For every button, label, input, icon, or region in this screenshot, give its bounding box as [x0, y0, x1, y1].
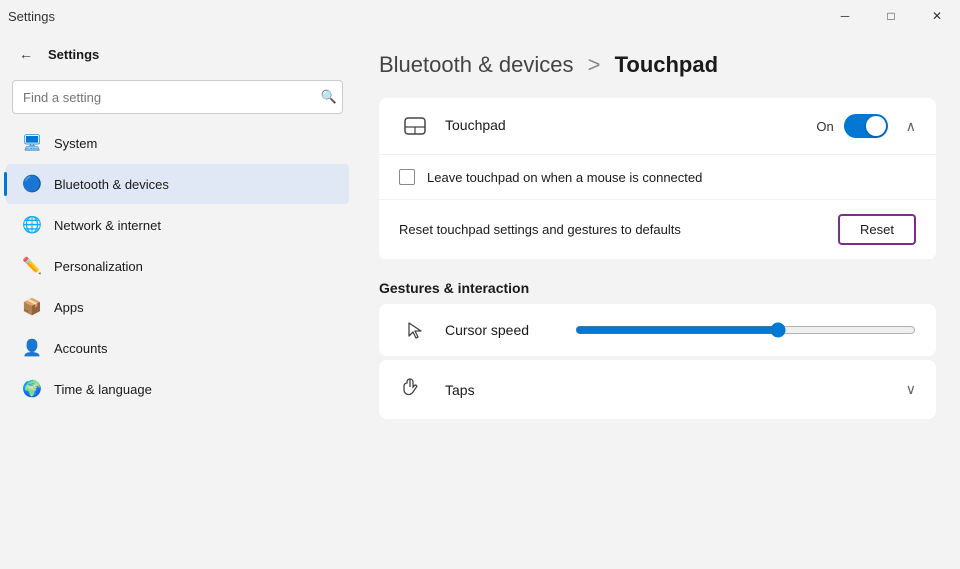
- leave-touchpad-checkbox[interactable]: [399, 169, 415, 185]
- titlebar-title: Settings: [8, 9, 55, 24]
- sidebar-item-label-accounts: Accounts: [54, 341, 107, 356]
- sidebar-item-label-bluetooth: Bluetooth & devices: [54, 177, 169, 192]
- bluetooth-icon: 🔵: [22, 174, 42, 194]
- reset-button[interactable]: Reset: [838, 214, 916, 245]
- sidebar-item-label-time: Time & language: [54, 382, 152, 397]
- nav-list: 🖥 System 🔵 Bluetooth & devices 🌐 Network…: [0, 122, 355, 569]
- cursor-speed-label: Cursor speed: [445, 322, 555, 338]
- search-input[interactable]: [12, 80, 343, 114]
- taps-label: Taps: [445, 382, 906, 398]
- search-icon: 🔍: [321, 89, 337, 104]
- close-button[interactable]: ✕: [914, 0, 960, 32]
- touchpad-chevron[interactable]: ∧: [906, 118, 916, 135]
- sidebar-nav-top: ← Settings: [0, 32, 355, 76]
- accounts-icon: 👤: [22, 338, 42, 358]
- breadcrumb-separator: >: [588, 52, 601, 77]
- leave-touchpad-row: Leave touchpad on when a mouse is connec…: [379, 155, 936, 200]
- breadcrumb-parent: Bluetooth & devices: [379, 52, 573, 77]
- touchpad-toggle[interactable]: [844, 114, 888, 138]
- touchpad-label: Touchpad: [445, 117, 506, 133]
- sidebar-item-label-system: System: [54, 136, 97, 151]
- sidebar-item-label-network: Network & internet: [54, 218, 161, 233]
- sidebar-item-personalization[interactable]: ✏️ Personalization: [6, 246, 349, 286]
- personalization-icon: ✏️: [22, 256, 42, 276]
- sidebar-item-label-personalization: Personalization: [54, 259, 143, 274]
- sidebar-item-label-apps: Apps: [54, 300, 84, 315]
- gestures-title: Gestures & interaction: [379, 264, 936, 304]
- cursor-speed-row: Cursor speed: [379, 304, 936, 356]
- cursor-speed-slider[interactable]: [575, 322, 916, 338]
- reset-row: Reset touchpad settings and gestures to …: [379, 200, 936, 260]
- content-area: Bluetooth & devices > Touchpad Touchpad: [355, 32, 960, 569]
- cursor-speed-slider-container: [575, 320, 916, 340]
- touchpad-row: Touchpad On ∧: [379, 98, 936, 155]
- app-title: Settings: [48, 47, 99, 62]
- breadcrumb-current: Touchpad: [615, 52, 718, 77]
- search-icon-button[interactable]: 🔍: [321, 89, 337, 105]
- back-button[interactable]: ←: [12, 40, 40, 68]
- touchpad-section: Touchpad On ∧ Leave touchpad on when a m…: [379, 98, 936, 260]
- system-icon: 🖥: [22, 133, 42, 153]
- touchpad-icon: [399, 117, 431, 135]
- reset-text: Reset touchpad settings and gestures to …: [399, 222, 826, 237]
- taps-chevron-icon[interactable]: ∨: [906, 381, 916, 398]
- search-box: 🔍: [12, 80, 343, 114]
- sidebar-item-time[interactable]: 🌍 Time & language: [6, 369, 349, 409]
- time-icon: 🌍: [22, 379, 42, 399]
- titlebar-left: Settings: [8, 9, 55, 24]
- touchpad-control: On ∧: [816, 114, 916, 138]
- sidebar: ← Settings 🔍 🖥 System 🔵 Bluetooth & devi…: [0, 32, 355, 569]
- network-icon: 🌐: [22, 215, 42, 235]
- cursor-speed-section: Cursor speed: [379, 304, 936, 356]
- main-layout: ← Settings 🔍 🖥 System 🔵 Bluetooth & devi…: [0, 32, 960, 569]
- breadcrumb: Bluetooth & devices > Touchpad: [379, 52, 936, 78]
- apps-icon: 📦: [22, 297, 42, 317]
- sidebar-item-system[interactable]: 🖥 System: [6, 123, 349, 163]
- sidebar-item-accounts[interactable]: 👤 Accounts: [6, 328, 349, 368]
- titlebar-controls: ─ □ ✕: [822, 0, 960, 32]
- taps-icon: [399, 376, 431, 403]
- maximize-button[interactable]: □: [868, 0, 914, 32]
- minimize-button[interactable]: ─: [822, 0, 868, 32]
- leave-touchpad-label: Leave touchpad on when a mouse is connec…: [427, 170, 702, 185]
- sidebar-item-network[interactable]: 🌐 Network & internet: [6, 205, 349, 245]
- touchpad-info: Touchpad: [445, 117, 816, 135]
- taps-section[interactable]: Taps ∨: [379, 360, 936, 419]
- sidebar-item-apps[interactable]: 📦 Apps: [6, 287, 349, 327]
- toggle-on-label: On: [816, 119, 833, 134]
- cursor-icon: [399, 320, 431, 340]
- titlebar: Settings ─ □ ✕: [0, 0, 960, 32]
- sidebar-item-bluetooth[interactable]: 🔵 Bluetooth & devices: [6, 164, 349, 204]
